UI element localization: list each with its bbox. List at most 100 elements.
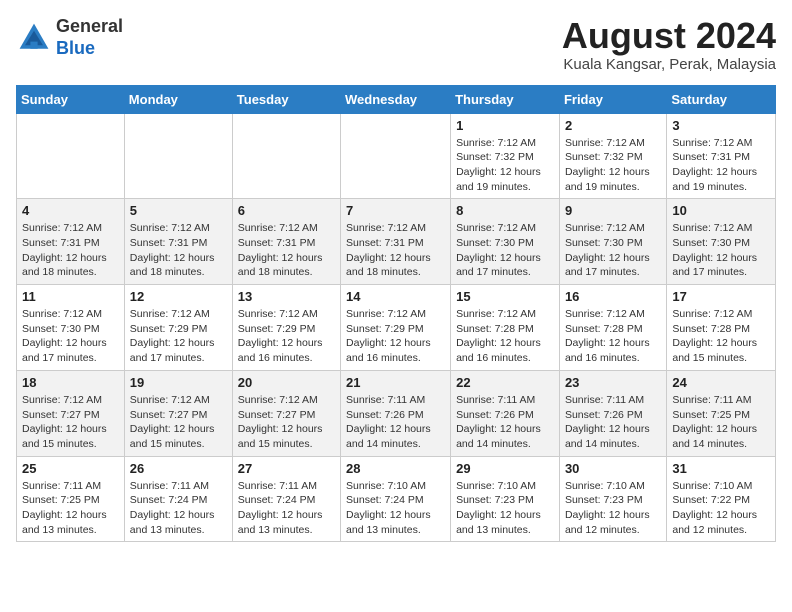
day-info: Sunrise: 7:11 AM Sunset: 7:26 PM Dayligh… (346, 393, 445, 452)
location-subtitle: Kuala Kangsar, Perak, Malaysia (562, 56, 776, 73)
day-info: Sunrise: 7:11 AM Sunset: 7:25 PM Dayligh… (672, 393, 770, 452)
calendar-cell: 10 Sunrise: 7:12 AM Sunset: 7:30 PM Dayli… (667, 199, 776, 285)
day-info: Sunrise: 7:12 AM Sunset: 7:28 PM Dayligh… (565, 307, 661, 366)
calendar-cell (341, 113, 451, 199)
calendar-header-row: SundayMondayTuesdayWednesdayThursdayFrid… (17, 85, 776, 113)
day-info: Sunrise: 7:12 AM Sunset: 7:30 PM Dayligh… (456, 221, 554, 280)
day-info: Sunrise: 7:10 AM Sunset: 7:22 PM Dayligh… (672, 479, 770, 538)
calendar-cell: 31Sunrise: 7:10 AM Sunset: 7:22 PM Dayli… (667, 456, 776, 542)
day-number: 7 (346, 203, 445, 218)
day-info: Sunrise: 7:12 AM Sunset: 7:28 PM Dayligh… (672, 307, 770, 366)
day-info: Sunrise: 7:12 AM Sunset: 7:27 PM Dayligh… (22, 393, 119, 452)
day-number: 13 (238, 289, 335, 304)
day-info: Sunrise: 7:11 AM Sunset: 7:25 PM Dayligh… (22, 479, 119, 538)
day-info: Sunrise: 7:12 AM Sunset: 7:28 PM Dayligh… (456, 307, 554, 366)
day-info: Sunrise: 7:11 AM Sunset: 7:24 PM Dayligh… (130, 479, 227, 538)
day-header-monday: Monday (124, 85, 232, 113)
calendar-cell: 26Sunrise: 7:11 AM Sunset: 7:24 PM Dayli… (124, 456, 232, 542)
day-header-sunday: Sunday (17, 85, 125, 113)
day-header-tuesday: Tuesday (232, 85, 340, 113)
day-number: 8 (456, 203, 554, 218)
day-number: 9 (565, 203, 661, 218)
calendar-cell: 5Sunrise: 7:12 AM Sunset: 7:31 PM Daylig… (124, 199, 232, 285)
logo-text: General Blue (56, 16, 123, 59)
day-info: Sunrise: 7:12 AM Sunset: 7:31 PM Dayligh… (672, 136, 770, 195)
calendar-cell: 18 Sunrise: 7:12 AM Sunset: 7:27 PM Dayli… (17, 370, 125, 456)
title-block: August 2024 Kuala Kangsar, Perak, Malays… (562, 16, 776, 73)
calendar-cell (17, 113, 125, 199)
calendar-cell: 6 Sunrise: 7:12 AM Sunset: 7:31 PM Daylig… (232, 199, 340, 285)
calendar-cell: 15 Sunrise: 7:12 AM Sunset: 7:28 PM Dayli… (451, 285, 560, 371)
day-info: Sunrise: 7:12 AM Sunset: 7:30 PM Dayligh… (22, 307, 119, 366)
calendar-cell: 16 Sunrise: 7:12 AM Sunset: 7:28 PM Dayli… (559, 285, 666, 371)
day-number: 14 (346, 289, 445, 304)
calendar-week-row: 18 Sunrise: 7:12 AM Sunset: 7:27 PM Dayli… (17, 370, 776, 456)
calendar-cell: 12 Sunrise: 7:12 AM Sunset: 7:29 PM Dayli… (124, 285, 232, 371)
day-number: 6 (238, 203, 335, 218)
calendar-cell: 25 Sunrise: 7:11 AM Sunset: 7:25 PM Dayli… (17, 456, 125, 542)
day-info: Sunrise: 7:12 AM Sunset: 7:32 PM Dayligh… (456, 136, 554, 195)
day-number: 4 (22, 203, 119, 218)
calendar-cell: 11 Sunrise: 7:12 AM Sunset: 7:30 PM Dayli… (17, 285, 125, 371)
day-number: 23 (565, 375, 661, 390)
calendar-cell: 22 Sunrise: 7:11 AM Sunset: 7:26 PM Dayli… (451, 370, 560, 456)
calendar-table: SundayMondayTuesdayWednesdayThursdayFrid… (16, 85, 776, 543)
calendar-cell: 4 Sunrise: 7:12 AM Sunset: 7:31 PM Daylig… (17, 199, 125, 285)
day-number: 18 (22, 375, 119, 390)
day-number: 27 (238, 461, 335, 476)
calendar-cell: 9 Sunrise: 7:12 AM Sunset: 7:30 PM Daylig… (559, 199, 666, 285)
calendar-cell: 28 Sunrise: 7:10 AM Sunset: 7:24 PM Dayli… (341, 456, 451, 542)
calendar-week-row: 1Sunrise: 7:12 AM Sunset: 7:32 PM Daylig… (17, 113, 776, 199)
day-number: 5 (130, 203, 227, 218)
calendar-week-row: 4 Sunrise: 7:12 AM Sunset: 7:31 PM Daylig… (17, 199, 776, 285)
calendar-cell: 2Sunrise: 7:12 AM Sunset: 7:32 PM Daylig… (559, 113, 666, 199)
day-number: 11 (22, 289, 119, 304)
day-info: Sunrise: 7:10 AM Sunset: 7:24 PM Dayligh… (346, 479, 445, 538)
day-number: 30 (565, 461, 661, 476)
calendar-cell: 8 Sunrise: 7:12 AM Sunset: 7:30 PM Daylig… (451, 199, 560, 285)
calendar-cell: 13 Sunrise: 7:12 AM Sunset: 7:29 PM Dayli… (232, 285, 340, 371)
day-info: Sunrise: 7:11 AM Sunset: 7:24 PM Dayligh… (238, 479, 335, 538)
day-info: Sunrise: 7:12 AM Sunset: 7:30 PM Dayligh… (672, 221, 770, 280)
day-number: 25 (22, 461, 119, 476)
day-number: 22 (456, 375, 554, 390)
calendar-cell: 21 Sunrise: 7:11 AM Sunset: 7:26 PM Dayli… (341, 370, 451, 456)
day-info: Sunrise: 7:12 AM Sunset: 7:31 PM Dayligh… (22, 221, 119, 280)
day-header-thursday: Thursday (451, 85, 560, 113)
day-header-wednesday: Wednesday (341, 85, 451, 113)
day-number: 3 (672, 118, 770, 133)
calendar-cell: 30 Sunrise: 7:10 AM Sunset: 7:23 PM Dayli… (559, 456, 666, 542)
page-header: General Blue August 2024 Kuala Kangsar, … (16, 16, 776, 73)
day-info: Sunrise: 7:12 AM Sunset: 7:32 PM Dayligh… (565, 136, 661, 195)
calendar-cell (232, 113, 340, 199)
calendar-cell: 19Sunrise: 7:12 AM Sunset: 7:27 PM Dayli… (124, 370, 232, 456)
day-number: 12 (130, 289, 227, 304)
calendar-cell: 1Sunrise: 7:12 AM Sunset: 7:32 PM Daylig… (451, 113, 560, 199)
day-info: Sunrise: 7:10 AM Sunset: 7:23 PM Dayligh… (456, 479, 554, 538)
day-info: Sunrise: 7:12 AM Sunset: 7:29 PM Dayligh… (238, 307, 335, 366)
day-info: Sunrise: 7:12 AM Sunset: 7:29 PM Dayligh… (130, 307, 227, 366)
logo: General Blue (16, 16, 123, 59)
calendar-cell: 20Sunrise: 7:12 AM Sunset: 7:27 PM Dayli… (232, 370, 340, 456)
day-info: Sunrise: 7:12 AM Sunset: 7:31 PM Dayligh… (346, 221, 445, 280)
day-info: Sunrise: 7:11 AM Sunset: 7:26 PM Dayligh… (456, 393, 554, 452)
day-number: 21 (346, 375, 445, 390)
calendar-cell (124, 113, 232, 199)
calendar-cell: 29 Sunrise: 7:10 AM Sunset: 7:23 PM Dayli… (451, 456, 560, 542)
day-number: 16 (565, 289, 661, 304)
day-info: Sunrise: 7:11 AM Sunset: 7:26 PM Dayligh… (565, 393, 661, 452)
day-header-saturday: Saturday (667, 85, 776, 113)
day-info: Sunrise: 7:10 AM Sunset: 7:23 PM Dayligh… (565, 479, 661, 538)
day-number: 19 (130, 375, 227, 390)
day-number: 29 (456, 461, 554, 476)
calendar-cell: 7 Sunrise: 7:12 AM Sunset: 7:31 PM Daylig… (341, 199, 451, 285)
logo-blue-text: Blue (56, 38, 95, 58)
day-number: 28 (346, 461, 445, 476)
day-info: Sunrise: 7:12 AM Sunset: 7:30 PM Dayligh… (565, 221, 661, 280)
day-number: 20 (238, 375, 335, 390)
calendar-cell: 17Sunrise: 7:12 AM Sunset: 7:28 PM Dayli… (667, 285, 776, 371)
logo-icon (16, 20, 52, 56)
day-number: 10 (672, 203, 770, 218)
day-number: 15 (456, 289, 554, 304)
day-info: Sunrise: 7:12 AM Sunset: 7:31 PM Dayligh… (238, 221, 335, 280)
